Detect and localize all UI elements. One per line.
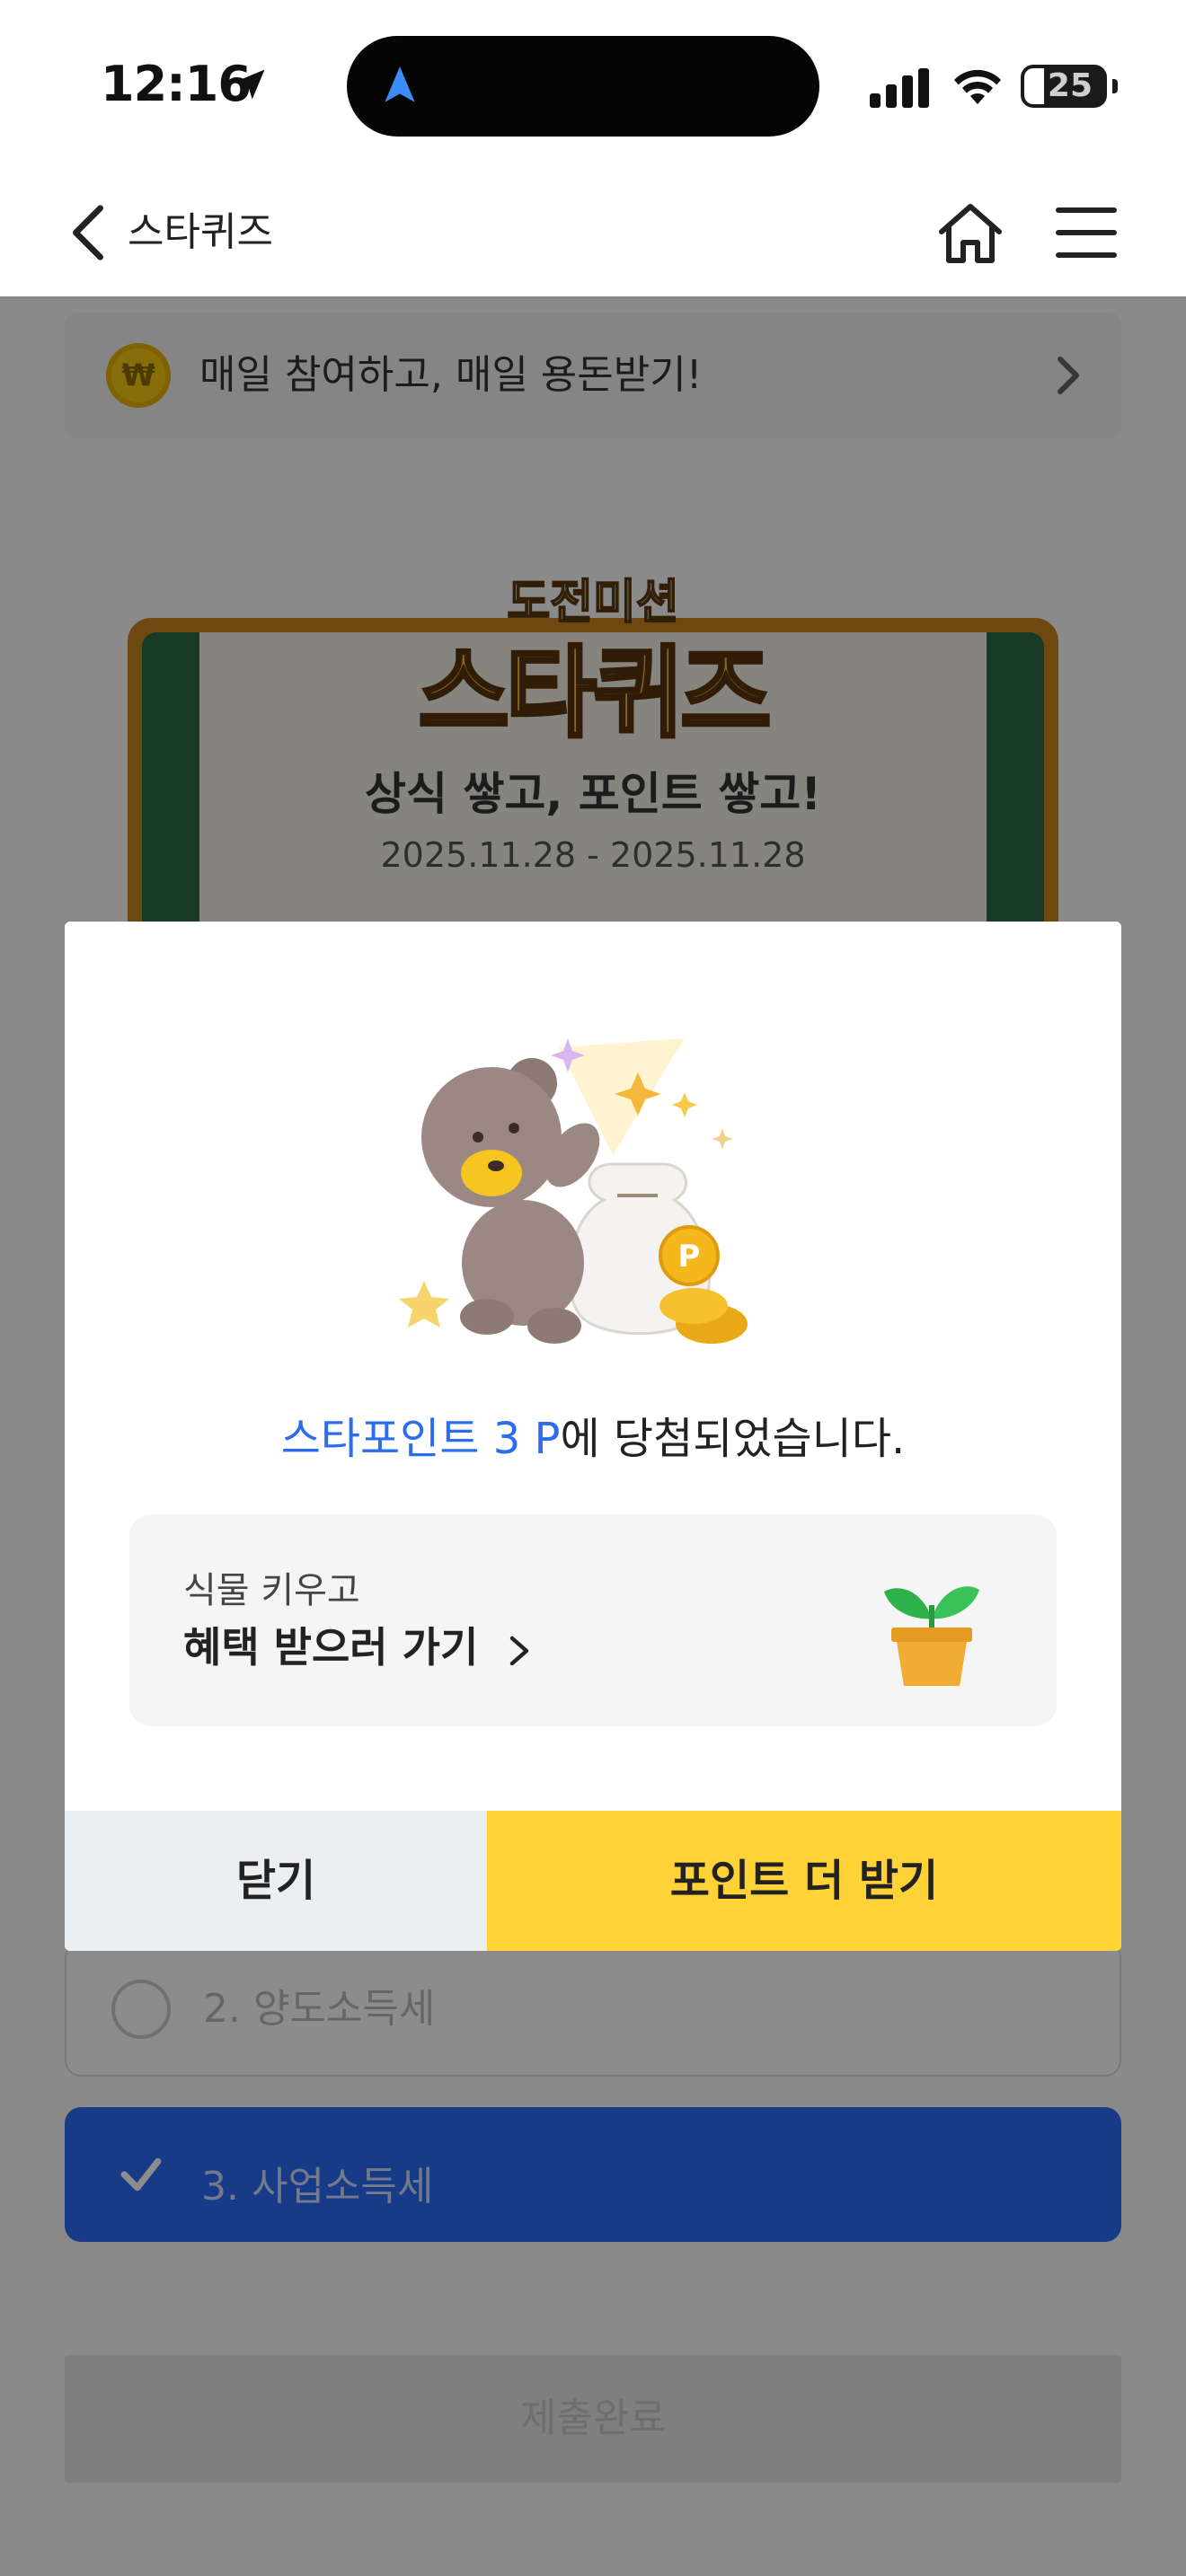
chevron-right-icon xyxy=(510,1636,529,1665)
navigation-icon xyxy=(385,66,415,102)
get-more-points-button[interactable]: 포인트 더 받기 xyxy=(487,1811,1121,1951)
benefit-link[interactable]: 혜택 받으러 가기 xyxy=(183,1615,532,1674)
reward-modal: P 스타포인트 3 P에 당첨되었습니다. 식물 키우고 혜택 받으러 가기 닫… xyxy=(65,922,1121,1951)
status-time: 12:16 xyxy=(101,56,252,112)
top-navbar: 스타퀴즈 xyxy=(0,171,1186,296)
battery-level xyxy=(1024,68,1044,104)
svg-text:P: P xyxy=(678,1239,701,1275)
menu-icon[interactable] xyxy=(1055,203,1118,262)
status-bar: 12:16 25 xyxy=(0,0,1186,171)
plant-benefit-card[interactable]: 식물 키우고 혜택 받으러 가기 xyxy=(129,1514,1057,1726)
page-title: 스타퀴즈 xyxy=(128,209,273,255)
battery-percent: 25 xyxy=(1047,67,1093,104)
home-icon[interactable] xyxy=(934,199,1006,268)
close-button[interactable]: 닫기 xyxy=(65,1811,487,1951)
battery-icon: 25 xyxy=(1021,65,1118,108)
plant-pot-icon xyxy=(884,1586,979,1686)
signal-icon xyxy=(870,68,929,108)
win-message: 스타포인트 3 P에 당첨되었습니다. xyxy=(65,1403,1121,1466)
bear-illustration: P xyxy=(399,1038,748,1344)
wifi-icon xyxy=(954,69,1001,104)
benefit-link-label: 혜택 받으러 가기 xyxy=(183,1623,479,1672)
win-points: 스타포인트 3 P xyxy=(280,1414,561,1464)
benefit-subtitle: 식물 키우고 xyxy=(183,1570,360,1611)
back-chevron-icon[interactable] xyxy=(61,201,115,264)
location-arrow-icon xyxy=(235,69,265,100)
win-message-rest: 에 당첨되었습니다. xyxy=(560,1414,906,1464)
